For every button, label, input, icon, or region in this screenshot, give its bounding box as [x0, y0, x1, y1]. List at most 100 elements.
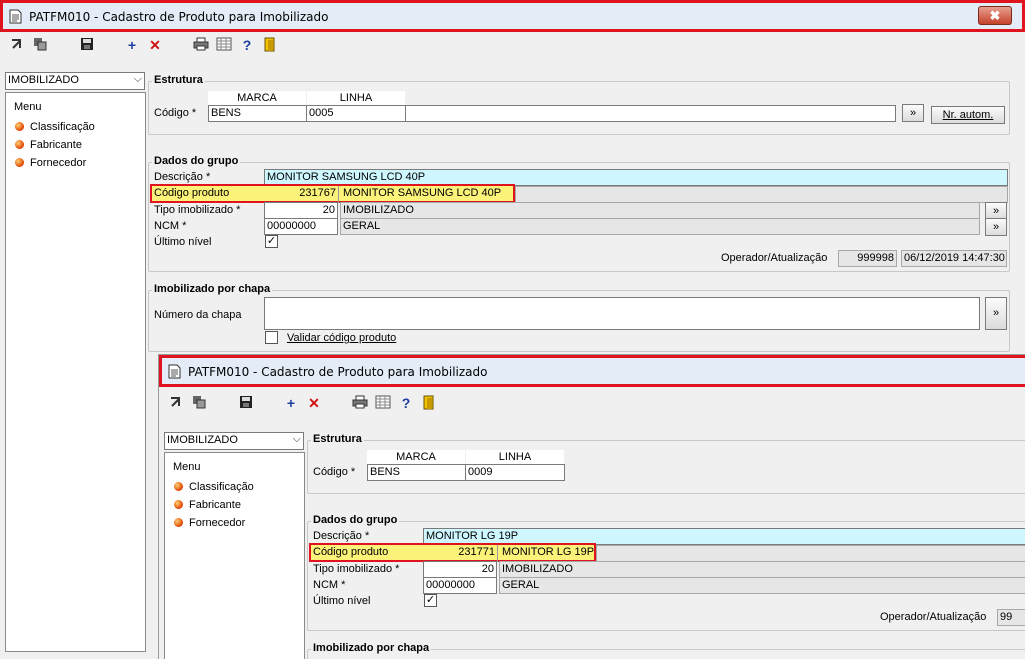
ncm-code-field[interactable]: 00000000 [423, 577, 497, 594]
operador-field: 99 [997, 609, 1025, 626]
lookup-ncm-button[interactable]: » [985, 218, 1007, 236]
menu-item-fornecedor[interactable]: Fornecedor [15, 157, 86, 169]
operador-label: Operador/Atualização [880, 611, 987, 623]
help-icon[interactable]: ? [397, 395, 415, 412]
codigo-produto-rest [596, 545, 1025, 562]
linha-field[interactable]: 0009 [465, 464, 565, 481]
ultimo-nivel-checkbox[interactable]: ✓ [424, 594, 437, 607]
type-combo[interactable]: IMOBILIZADO ⌵ [164, 432, 304, 450]
navigate-icon[interactable] [8, 37, 26, 54]
bullet-icon [174, 518, 183, 527]
tipo-code-field[interactable]: 20 [264, 202, 338, 219]
codigo-produto-field[interactable]: 231771 [423, 545, 498, 562]
codigo-produto-field[interactable]: 231767 [264, 186, 339, 203]
ultimo-nivel-label: Último nível [154, 236, 212, 248]
ultimo-nivel-label: Último nível [313, 595, 371, 607]
codigo-produto-label: Código produto [154, 187, 230, 199]
print-icon[interactable] [192, 37, 210, 54]
menu-item-classificacao[interactable]: Classificação [15, 121, 95, 133]
help-icon[interactable]: ? [238, 37, 256, 54]
codigo-produto-desc: MONITOR LG 19P [502, 546, 594, 558]
document-icon [168, 364, 181, 379]
add-icon[interactable]: + [282, 395, 300, 412]
navigate-icon[interactable] [167, 395, 185, 412]
numero-chapa-field[interactable] [264, 297, 980, 330]
title-bar: PATFM010 - Cadastro de Produto para Imob… [159, 355, 1025, 387]
exit-icon[interactable] [420, 395, 438, 412]
marca-field[interactable]: BENS [367, 464, 466, 481]
menu-panel: Menu Classificação Fabricante Fornecedor [164, 452, 305, 659]
window-title: PATFM010 - Cadastro de Produto para Imob… [188, 365, 488, 379]
grid-icon[interactable] [374, 395, 392, 412]
window-title: PATFM010 - Cadastro de Produto para Imob… [29, 10, 329, 24]
save-icon[interactable] [237, 395, 255, 412]
bullet-icon [174, 500, 183, 509]
title-bar: PATFM010 - Cadastro de Produto para Imob… [0, 0, 1025, 32]
product-window-2: PATFM010 - Cadastro de Produto para Imob… [158, 354, 1025, 659]
type-combo[interactable]: IMOBILIZADO ⌵ [5, 72, 145, 90]
copy-icon[interactable] [31, 37, 49, 54]
operador-label: Operador/Atualização [721, 252, 828, 264]
tipo-desc-field: IMOBILIZADO [499, 561, 1025, 578]
marca-header: MARCA [208, 91, 306, 105]
chapa-title: Imobilizado por chapa [152, 283, 273, 295]
menu-title: Menu [173, 461, 201, 473]
add-icon[interactable]: + [123, 37, 141, 54]
copy-icon[interactable] [190, 395, 208, 412]
operador-field: 999998 [838, 250, 897, 267]
tipo-label: Tipo imobilizado * [154, 204, 241, 216]
codigo-produto-desc: MONITOR SAMSUNG LCD 40P [343, 187, 502, 199]
nr-autom-button[interactable]: Nr. autom. [931, 106, 1005, 124]
linha-header: LINHA [466, 450, 564, 464]
estrutura-title: Estrutura [311, 433, 364, 445]
codigo-produto-label: Código produto [313, 546, 389, 558]
validar-label: Validar código produto [287, 332, 397, 344]
print-icon[interactable] [351, 395, 369, 412]
dados-title: Dados do grupo [311, 514, 400, 526]
ncm-label: NCM * [154, 220, 187, 232]
validar-checkbox[interactable] [265, 331, 278, 344]
atualizacao-field: 06/12/2019 14:47:30 [901, 250, 1007, 267]
grid-icon[interactable] [215, 37, 233, 54]
linha-header: LINHA [307, 91, 405, 105]
toolbar: + ✕ ? [0, 33, 1025, 57]
lookup-codigo-button[interactable]: » [902, 104, 924, 122]
menu-item-fornecedor[interactable]: Fornecedor [174, 517, 245, 529]
close-button[interactable]: ✖ [978, 6, 1012, 25]
lookup-chapa-button[interactable]: » [985, 297, 1007, 330]
ultimo-nivel-checkbox[interactable]: ✓ [265, 235, 278, 248]
exit-icon[interactable] [261, 37, 279, 54]
menu-item-fabricante[interactable]: Fabricante [174, 499, 241, 511]
menu-item-fabricante[interactable]: Fabricante [15, 139, 82, 151]
linha-field[interactable]: 0005 [306, 105, 406, 122]
toolbar: + ✕ ? [159, 391, 1025, 415]
bullet-icon [174, 482, 183, 491]
tipo-code-field[interactable]: 20 [423, 561, 497, 578]
delete-icon[interactable]: ✕ [146, 37, 164, 54]
dados-title: Dados do grupo [152, 155, 241, 167]
bullet-icon [15, 158, 24, 167]
type-combo-value: IMOBILIZADO [167, 434, 238, 446]
descricao-label: Descrição * [313, 530, 370, 542]
marca-header: MARCA [367, 450, 465, 464]
marca-field[interactable]: BENS [208, 105, 307, 122]
tipo-label: Tipo imobilizado * [313, 563, 400, 575]
ncm-desc-field: GERAL [340, 218, 980, 235]
save-icon[interactable] [78, 37, 96, 54]
menu-item-classificacao[interactable]: Classificação [174, 481, 254, 493]
codigo-label: Código * [313, 466, 356, 478]
bullet-icon [15, 122, 24, 131]
estrutura-title: Estrutura [152, 74, 205, 86]
chevron-down-icon: ⌵ [133, 73, 142, 85]
tipo-desc-field: IMOBILIZADO [340, 202, 980, 219]
delete-icon[interactable]: ✕ [305, 395, 323, 412]
chevron-down-icon: ⌵ [292, 433, 301, 445]
document-icon [9, 9, 22, 24]
bullet-icon [15, 140, 24, 149]
ncm-label: NCM * [313, 579, 346, 591]
chapa-title: Imobilizado por chapa [311, 642, 432, 654]
descricao-label: Descrição * [154, 171, 211, 183]
ncm-code-field[interactable]: 00000000 [264, 218, 338, 235]
codigo-rest-field[interactable] [405, 105, 896, 122]
type-combo-value: IMOBILIZADO [8, 74, 79, 86]
